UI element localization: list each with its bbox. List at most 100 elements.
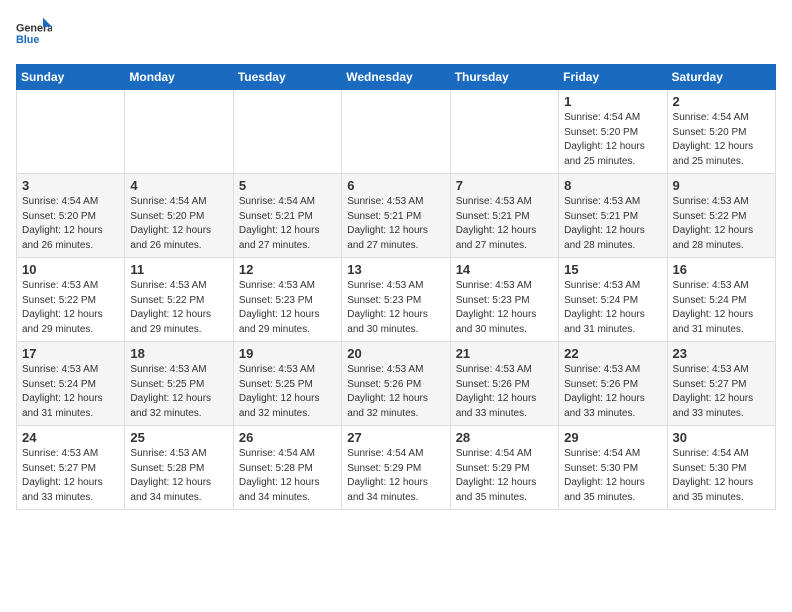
- calendar-cell: [125, 90, 233, 174]
- day-number: 28: [456, 430, 553, 445]
- weekday-header: Tuesday: [233, 65, 341, 90]
- day-number: 15: [564, 262, 661, 277]
- day-number: 7: [456, 178, 553, 193]
- day-info: Sunrise: 4:53 AM Sunset: 5:22 PM Dayligh…: [22, 279, 119, 337]
- calendar-week-row: 3 Sunrise: 4:54 AM Sunset: 5:20 PM Daylig…: [17, 174, 776, 258]
- day-number: 4: [130, 178, 227, 193]
- calendar-cell: 30 Sunrise: 4:54 AM Sunset: 5:30 PM Dayli…: [667, 426, 775, 510]
- calendar-cell: 21 Sunrise: 4:53 AM Sunset: 5:26 PM Dayli…: [450, 342, 558, 426]
- day-info: Sunrise: 4:54 AM Sunset: 5:20 PM Dayligh…: [130, 195, 227, 253]
- day-info: Sunrise: 4:53 AM Sunset: 5:27 PM Dayligh…: [22, 447, 119, 505]
- day-number: 29: [564, 430, 661, 445]
- day-info: Sunrise: 4:53 AM Sunset: 5:26 PM Dayligh…: [456, 363, 553, 421]
- page-header: GeneralBlue: [16, 16, 776, 52]
- day-number: 5: [239, 178, 336, 193]
- day-number: 26: [239, 430, 336, 445]
- weekday-header-row: SundayMondayTuesdayWednesdayThursdayFrid…: [17, 65, 776, 90]
- weekday-header: Monday: [125, 65, 233, 90]
- calendar-cell: [450, 90, 558, 174]
- calendar-cell: 24 Sunrise: 4:53 AM Sunset: 5:27 PM Dayli…: [17, 426, 125, 510]
- calendar-cell: 10 Sunrise: 4:53 AM Sunset: 5:22 PM Dayli…: [17, 258, 125, 342]
- day-number: 21: [456, 346, 553, 361]
- calendar-cell: 14 Sunrise: 4:53 AM Sunset: 5:23 PM Dayli…: [450, 258, 558, 342]
- day-number: 25: [130, 430, 227, 445]
- day-info: Sunrise: 4:54 AM Sunset: 5:30 PM Dayligh…: [673, 447, 770, 505]
- day-info: Sunrise: 4:53 AM Sunset: 5:22 PM Dayligh…: [130, 279, 227, 337]
- calendar-cell: 5 Sunrise: 4:54 AM Sunset: 5:21 PM Daylig…: [233, 174, 341, 258]
- day-info: Sunrise: 4:54 AM Sunset: 5:20 PM Dayligh…: [564, 111, 661, 169]
- day-info: Sunrise: 4:54 AM Sunset: 5:29 PM Dayligh…: [347, 447, 444, 505]
- day-number: 22: [564, 346, 661, 361]
- calendar-cell: 1 Sunrise: 4:54 AM Sunset: 5:20 PM Daylig…: [559, 90, 667, 174]
- calendar-cell: 2 Sunrise: 4:54 AM Sunset: 5:20 PM Daylig…: [667, 90, 775, 174]
- day-info: Sunrise: 4:53 AM Sunset: 5:24 PM Dayligh…: [22, 363, 119, 421]
- svg-text:Blue: Blue: [16, 34, 39, 46]
- day-number: 18: [130, 346, 227, 361]
- calendar-cell: [233, 90, 341, 174]
- calendar-cell: 20Sunrise: 4:53 AM Sunset: 5:26 PM Dayli…: [342, 342, 450, 426]
- logo: GeneralBlue: [16, 16, 52, 52]
- day-info: Sunrise: 4:53 AM Sunset: 5:27 PM Dayligh…: [673, 363, 770, 421]
- day-number: 23: [673, 346, 770, 361]
- day-info: Sunrise: 4:53 AM Sunset: 5:21 PM Dayligh…: [456, 195, 553, 253]
- day-number: 1: [564, 94, 661, 109]
- calendar-cell: 8 Sunrise: 4:53 AM Sunset: 5:21 PM Daylig…: [559, 174, 667, 258]
- calendar-cell: 13 Sunrise: 4:53 AM Sunset: 5:23 PM Dayli…: [342, 258, 450, 342]
- day-number: 24: [22, 430, 119, 445]
- day-info: Sunrise: 4:53 AM Sunset: 5:21 PM Dayligh…: [564, 195, 661, 253]
- calendar: SundayMondayTuesdayWednesdayThursdayFrid…: [16, 64, 776, 510]
- calendar-week-row: 17 Sunrise: 4:53 AM Sunset: 5:24 PM Dayli…: [17, 342, 776, 426]
- day-number: 12: [239, 262, 336, 277]
- weekday-header: Saturday: [667, 65, 775, 90]
- day-number: 2: [673, 94, 770, 109]
- day-info: Sunrise: 4:53 AM Sunset: 5:25 PM Dayligh…: [130, 363, 227, 421]
- day-info: Sunrise: 4:53 AM Sunset: 5:26 PM Dayligh…: [347, 363, 444, 421]
- weekday-header: Sunday: [17, 65, 125, 90]
- day-info: Sunrise: 4:53 AM Sunset: 5:22 PM Dayligh…: [673, 195, 770, 253]
- calendar-cell: 29Sunrise: 4:54 AM Sunset: 5:30 PM Dayli…: [559, 426, 667, 510]
- calendar-cell: 18 Sunrise: 4:53 AM Sunset: 5:25 PM Dayli…: [125, 342, 233, 426]
- day-info: Sunrise: 4:53 AM Sunset: 5:28 PM Dayligh…: [130, 447, 227, 505]
- day-number: 11: [130, 262, 227, 277]
- day-info: Sunrise: 4:53 AM Sunset: 5:23 PM Dayligh…: [239, 279, 336, 337]
- day-info: Sunrise: 4:53 AM Sunset: 5:25 PM Dayligh…: [239, 363, 336, 421]
- calendar-cell: 15Sunrise: 4:53 AM Sunset: 5:24 PM Dayli…: [559, 258, 667, 342]
- day-number: 8: [564, 178, 661, 193]
- weekday-header: Thursday: [450, 65, 558, 90]
- calendar-cell: 3 Sunrise: 4:54 AM Sunset: 5:20 PM Daylig…: [17, 174, 125, 258]
- day-number: 3: [22, 178, 119, 193]
- day-info: Sunrise: 4:54 AM Sunset: 5:20 PM Dayligh…: [673, 111, 770, 169]
- day-number: 10: [22, 262, 119, 277]
- calendar-cell: 22Sunrise: 4:53 AM Sunset: 5:26 PM Dayli…: [559, 342, 667, 426]
- logo-icon: GeneralBlue: [16, 16, 52, 52]
- day-info: Sunrise: 4:54 AM Sunset: 5:29 PM Dayligh…: [456, 447, 553, 505]
- day-info: Sunrise: 4:54 AM Sunset: 5:28 PM Dayligh…: [239, 447, 336, 505]
- calendar-week-row: 1 Sunrise: 4:54 AM Sunset: 5:20 PM Daylig…: [17, 90, 776, 174]
- day-info: Sunrise: 4:54 AM Sunset: 5:21 PM Dayligh…: [239, 195, 336, 253]
- day-info: Sunrise: 4:54 AM Sunset: 5:20 PM Dayligh…: [22, 195, 119, 253]
- calendar-cell: 25 Sunrise: 4:53 AM Sunset: 5:28 PM Dayli…: [125, 426, 233, 510]
- calendar-cell: 11 Sunrise: 4:53 AM Sunset: 5:22 PM Dayli…: [125, 258, 233, 342]
- calendar-cell: 27Sunrise: 4:54 AM Sunset: 5:29 PM Dayli…: [342, 426, 450, 510]
- calendar-week-row: 24 Sunrise: 4:53 AM Sunset: 5:27 PM Dayli…: [17, 426, 776, 510]
- calendar-cell: 6Sunrise: 4:53 AM Sunset: 5:21 PM Daylig…: [342, 174, 450, 258]
- calendar-cell: 16 Sunrise: 4:53 AM Sunset: 5:24 PM Dayli…: [667, 258, 775, 342]
- day-info: Sunrise: 4:53 AM Sunset: 5:23 PM Dayligh…: [456, 279, 553, 337]
- calendar-cell: 4 Sunrise: 4:54 AM Sunset: 5:20 PM Daylig…: [125, 174, 233, 258]
- day-number: 14: [456, 262, 553, 277]
- day-number: 17: [22, 346, 119, 361]
- calendar-cell: 12 Sunrise: 4:53 AM Sunset: 5:23 PM Dayli…: [233, 258, 341, 342]
- calendar-week-row: 10 Sunrise: 4:53 AM Sunset: 5:22 PM Dayli…: [17, 258, 776, 342]
- calendar-cell: 17 Sunrise: 4:53 AM Sunset: 5:24 PM Dayli…: [17, 342, 125, 426]
- day-info: Sunrise: 4:53 AM Sunset: 5:21 PM Dayligh…: [347, 195, 444, 253]
- calendar-cell: 26 Sunrise: 4:54 AM Sunset: 5:28 PM Dayli…: [233, 426, 341, 510]
- day-info: Sunrise: 4:53 AM Sunset: 5:24 PM Dayligh…: [673, 279, 770, 337]
- weekday-header: Wednesday: [342, 65, 450, 90]
- day-info: Sunrise: 4:53 AM Sunset: 5:23 PM Dayligh…: [347, 279, 444, 337]
- calendar-cell: [342, 90, 450, 174]
- calendar-cell: [17, 90, 125, 174]
- day-number: 16: [673, 262, 770, 277]
- calendar-cell: 7 Sunrise: 4:53 AM Sunset: 5:21 PM Daylig…: [450, 174, 558, 258]
- day-number: 13: [347, 262, 444, 277]
- day-number: 30: [673, 430, 770, 445]
